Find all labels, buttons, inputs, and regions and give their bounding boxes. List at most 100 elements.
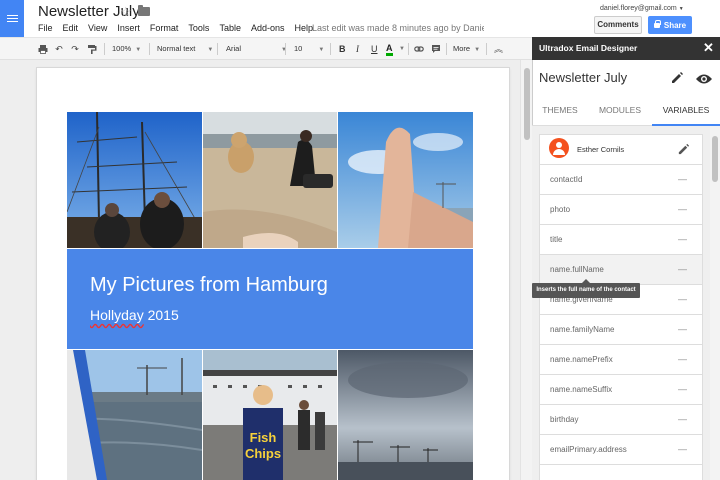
zoom-select[interactable]: 100% ▼ (112, 38, 141, 60)
menu-view[interactable]: View (88, 23, 107, 33)
font-select[interactable]: Arial ▼ (226, 38, 287, 60)
comment-icon[interactable] (431, 44, 441, 54)
edit-contact-pencil-icon[interactable] (677, 143, 690, 161)
expand-icon[interactable]: — (678, 225, 687, 254)
more-label: More (453, 44, 471, 53)
close-icon[interactable]: ✕ (703, 40, 714, 56)
menu-help[interactable]: Help (294, 23, 313, 33)
variable-row[interactable] (539, 465, 703, 480)
chevron-down-icon: ▼ (678, 6, 684, 12)
document-scrollbar[interactable] (520, 60, 532, 480)
folder-icon[interactable] (138, 5, 150, 16)
paint-format-icon[interactable] (87, 44, 97, 54)
variable-row[interactable]: contactId — (539, 165, 703, 195)
title-banner (67, 249, 473, 349)
undo-icon[interactable]: ↶ (54, 44, 64, 54)
menu-file[interactable]: File (38, 23, 53, 33)
chevron-down-icon[interactable]: ▼ (399, 38, 405, 60)
chevron-down-icon: ▼ (318, 47, 325, 53)
edit-pencil-icon[interactable] (670, 71, 684, 90)
misspelled-word[interactable]: Hollyday (90, 307, 144, 323)
contact-name: Esther Cornils (577, 145, 625, 154)
bold-button[interactable]: B (339, 38, 346, 60)
user-email[interactable]: daniel.florey@gmail.com ▼ (600, 5, 684, 12)
tab-modules[interactable]: MODULES (588, 97, 652, 126)
variable-row[interactable]: name.familyName — (539, 315, 703, 345)
banner-year: 2015 (143, 307, 179, 323)
expand-icon[interactable]: — (678, 345, 687, 374)
expand-icon[interactable]: — (678, 285, 687, 314)
style-value: Normal text (157, 44, 196, 53)
collapse-icon[interactable]: ︽ (494, 38, 503, 60)
preview-eye-icon[interactable] (696, 72, 712, 90)
variable-row[interactable]: title — (539, 225, 703, 255)
menu-addons[interactable]: Add-ons (251, 23, 285, 33)
font-value: Arial (226, 44, 242, 53)
photo-cloudy-port[interactable] (338, 350, 473, 480)
text-color-button[interactable]: A (386, 40, 393, 56)
expand-icon[interactable]: — (678, 255, 687, 284)
tab-variables[interactable]: VARIABLES (652, 97, 720, 126)
variable-name: photo (550, 205, 571, 214)
banner-title[interactable]: My Pictures from Hamburg (90, 274, 328, 297)
variable-name: name.namePrefix (550, 355, 613, 364)
menu-insert[interactable]: Insert (117, 23, 140, 33)
share-button[interactable]: Share (648, 16, 692, 34)
menu-format[interactable]: Format (150, 23, 179, 33)
banner-subtitle[interactable]: Hollyday 2015 (90, 307, 179, 323)
more-button[interactable]: More ▼ (453, 38, 480, 60)
chevron-down-icon: ▼ (135, 47, 142, 53)
zoom-value: 100% (112, 44, 132, 53)
last-edit-link[interactable]: Last edit was made 8 minutes ago by Dani… (312, 23, 484, 33)
formatting-toolbar: ↶ ↷ 100% ▼ Normal text ▼ Arial ▼ 10 ▼ B I U … (0, 37, 532, 60)
expand-icon[interactable]: — (678, 405, 687, 434)
expand-icon[interactable]: — (678, 315, 687, 344)
underline-button[interactable]: U (371, 38, 378, 60)
variable-tooltip: Inserts the full name of the contact (532, 279, 640, 298)
photo-finger-sky[interactable] (338, 112, 473, 248)
print-icon[interactable] (38, 44, 48, 54)
comments-button[interactable]: Comments (594, 16, 642, 34)
chevron-down-icon: ▼ (281, 47, 287, 53)
redo-icon[interactable]: ↷ (70, 44, 80, 54)
expand-icon[interactable]: — (678, 435, 687, 464)
svg-text:Fish: Fish (250, 430, 277, 445)
menu-edit[interactable]: Edit (63, 23, 79, 33)
expand-icon[interactable]: — (678, 165, 687, 194)
star-icon[interactable]: ☆ (120, 4, 132, 20)
variable-name: name.fullName (550, 265, 604, 274)
variable-name: name.nameSuffix (550, 385, 613, 394)
menu-bar: File Edit View Insert Format Tools Table… (38, 23, 323, 33)
variable-row[interactable]: name.nameSuffix — (539, 375, 703, 405)
variable-row[interactable]: photo — (539, 195, 703, 225)
menu-table[interactable]: Table (219, 23, 241, 33)
variable-row[interactable]: name.fullName — (539, 255, 703, 285)
user-email-text: daniel.florey@gmail.com (600, 5, 677, 12)
expand-icon[interactable]: — (678, 375, 687, 404)
variable-name: title (550, 235, 563, 244)
variable-row[interactable]: birthday — (539, 405, 703, 435)
chevron-down-icon: ▼ (207, 47, 214, 53)
link-icon[interactable] (414, 44, 424, 54)
variable-row[interactable]: emailPrimary.address — (539, 435, 703, 465)
font-size-value: 10 (294, 44, 303, 53)
lock-icon (653, 19, 661, 28)
svg-text:Chips: Chips (245, 446, 281, 461)
variable-name: emailPrimary.address (550, 445, 627, 454)
expand-icon[interactable]: — (678, 195, 687, 224)
docs-home-icon[interactable] (0, 0, 24, 37)
share-label: Share (663, 20, 687, 30)
menu-tools[interactable]: Tools (188, 23, 209, 33)
photo-beach-dog[interactable] (203, 112, 337, 248)
photo-harbor-water[interactable] (67, 350, 202, 480)
tab-themes[interactable]: THEMES (532, 97, 588, 126)
italic-button[interactable]: I (356, 38, 359, 60)
variable-name: name.familyName (550, 325, 615, 334)
sidebar-scrollbar[interactable] (710, 126, 720, 480)
style-select[interactable]: Normal text ▼ (157, 38, 213, 60)
photo-fish-chips[interactable]: Fish Chips (203, 350, 337, 480)
photo-tall-ship[interactable] (67, 112, 202, 248)
variable-row[interactable]: name.namePrefix — (539, 345, 703, 375)
avatar (549, 138, 569, 158)
font-size-select[interactable]: 10 ▼ (294, 38, 324, 60)
